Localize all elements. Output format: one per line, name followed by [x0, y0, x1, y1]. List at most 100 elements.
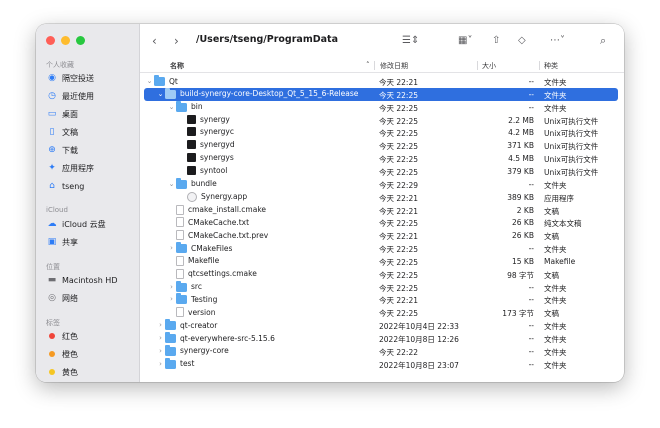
disclosure-closed-chevron-icon[interactable]: ›	[167, 244, 176, 252]
file-row[interactable]: › synergy-core 今天 22:22 -- 文件夹	[144, 344, 618, 358]
download-icon: ⊕	[48, 145, 56, 155]
column-header-date[interactable]: 修改日期	[380, 61, 408, 71]
file-row[interactable]: › test 2022年10月8日 23:07 -- 文件夹	[144, 357, 618, 371]
file-row[interactable]: › qt-everywhere-src-5.15.6 2022年10月8日 12:2…	[144, 332, 618, 345]
sidebar: 个人收藏 ◉ 隔空投送 ◷ 最近使用 ▭ 桌面 ▯ 文稿 ⊕ 下载 ✦ 应用程序 ⌂ tsen…	[36, 24, 140, 382]
forward-chevron-icon[interactable]: ›	[174, 33, 179, 49]
more-actions-icon[interactable]: ⋯˅	[550, 33, 565, 49]
file-size: 379 KB	[507, 166, 534, 176]
close-window-button[interactable]	[46, 36, 55, 45]
file-name: build-synergy-core-Desktop_Qt_5_15_6-Rel…	[180, 89, 359, 99]
list-view-icon[interactable]: ☰⇕	[402, 33, 419, 49]
file-row[interactable]: Synergy.app 今天 22:21 389 KB 应用程序	[144, 191, 618, 204]
file-row[interactable]: › Testing 今天 22:21 -- 文件夹	[144, 293, 618, 306]
file-name: bundle	[191, 179, 217, 189]
file-size: --	[528, 321, 534, 331]
file-name: Synergy.app	[201, 192, 248, 202]
file-row[interactable]: synergyc 今天 22:25 4.2 MB Unix可执行文件	[144, 126, 618, 139]
file-kind: Unix可执行文件	[544, 155, 599, 165]
column-header-kind[interactable]: 种类	[544, 61, 558, 71]
group-by-icon[interactable]: ▦˅	[458, 33, 472, 49]
file-kind: 文件夹	[544, 322, 567, 332]
share-icon[interactable]: ⇧	[492, 33, 500, 49]
sidebar-item-tag-orange[interactable]: 橙色	[46, 347, 136, 361]
toolbar: ‹ › /Users/tseng/ProgramData ☰⇕ ▦˅ ⇧ ◇ ⋯…	[140, 24, 624, 58]
sidebar-item-label: Macintosh HD	[62, 275, 118, 285]
sidebar-item-shared[interactable]: ▣ 共享	[46, 235, 136, 249]
disclosure-open-chevron-icon[interactable]: ⌄	[167, 103, 176, 111]
file-name: src	[191, 282, 202, 292]
disclosure-open-chevron-icon[interactable]: ⌄	[145, 77, 154, 85]
file-size: 15 KB	[512, 256, 534, 266]
file-row[interactable]: › qt-creator 2022年10月4日 22:33 -- 文件夹	[144, 319, 618, 332]
search-icon[interactable]: ⌕	[600, 33, 606, 49]
disclosure-closed-chevron-icon[interactable]: ›	[156, 347, 165, 355]
back-chevron-icon[interactable]: ‹	[152, 33, 157, 49]
sidebar-item-icloud-drive[interactable]: ☁ iCloud 云盘	[46, 217, 136, 231]
disclosure-closed-chevron-icon[interactable]: ›	[156, 334, 165, 342]
file-row[interactable]: ⌄ bundle 今天 22:29 -- 文件夹	[144, 177, 618, 191]
file-row[interactable]: cmake_install.cmake 今天 22:21 2 KB 文稿	[144, 204, 618, 217]
minimize-window-button[interactable]	[61, 36, 70, 45]
file-row[interactable]: CMakeCache.txt.prev 今天 22:21 26 KB 文稿	[144, 229, 618, 242]
file-date: 今天 22:25	[379, 116, 418, 126]
file-row[interactable]: synergys 今天 22:25 4.5 MB Unix可执行文件	[144, 152, 618, 165]
disclosure-closed-chevron-icon[interactable]: ›	[156, 321, 165, 329]
sidebar-item-network[interactable]: ◎ 网络	[46, 291, 136, 305]
column-header-name[interactable]: 名称	[170, 61, 184, 71]
network-icon: ◎	[48, 293, 56, 303]
file-row[interactable]: Makefile 今天 22:25 15 KB Makefile	[144, 255, 618, 268]
sidebar-item-label: 共享	[62, 237, 78, 247]
file-name-cell: › synergy-core	[156, 344, 229, 356]
sidebar-item-documents[interactable]: ▯ 文稿	[46, 125, 136, 139]
file-row[interactable]: synergy 今天 22:25 2.2 MB Unix可执行文件	[144, 114, 618, 127]
file-name: CMakeCache.txt	[188, 217, 250, 227]
sidebar-item-home[interactable]: ⌂ tseng	[46, 179, 136, 193]
disclosure-closed-chevron-icon[interactable]: ›	[167, 295, 176, 303]
file-date: 今天 22:25	[379, 129, 418, 139]
file-name-cell: Synergy.app	[178, 191, 248, 202]
file-list: ⌄ Qt 今天 22:21 -- 文件夹 ⌄ build-synergy-core-Desk…	[140, 74, 624, 382]
file-row[interactable]: version 今天 22:25 173 字节 文稿	[144, 306, 618, 319]
sidebar-item-desktop[interactable]: ▭ 桌面	[46, 107, 136, 121]
executable-icon	[187, 127, 196, 137]
tags-section-title: 标签	[46, 319, 60, 327]
file-size: 26 KB	[512, 231, 534, 241]
sidebar-item-airdrop[interactable]: ◉ 隔空投送	[46, 71, 136, 85]
disclosure-open-chevron-icon[interactable]: ⌄	[167, 180, 176, 188]
file-name-cell: ⌄ bundle	[167, 177, 217, 189]
file-name-cell: synergy	[178, 114, 230, 124]
sidebar-item-applications[interactable]: ✦ 应用程序	[46, 161, 136, 175]
sidebar-item-recents[interactable]: ◷ 最近使用	[46, 89, 136, 103]
sidebar-item-tag-yellow[interactable]: 黄色	[46, 365, 136, 379]
file-name-cell: › test	[156, 357, 194, 369]
file-date: 今天 22:21	[379, 78, 418, 87]
file-kind: 纯文本文稿	[544, 219, 582, 229]
file-row[interactable]: syntool 今天 22:25 379 KB Unix可执行文件	[144, 165, 618, 178]
file-kind: Makefile	[544, 256, 576, 266]
tag-icon[interactable]: ◇	[518, 33, 526, 49]
file-row[interactable]: ⌄ bin 今天 22:25 -- 文件夹	[144, 100, 618, 114]
file-name-cell: › qt-everywhere-src-5.15.6	[156, 332, 275, 343]
file-row[interactable]: › CMakeFiles 今天 22:25 -- 文件夹	[144, 242, 618, 255]
disclosure-closed-chevron-icon[interactable]: ›	[167, 283, 176, 291]
column-header-size[interactable]: 大小	[482, 61, 496, 71]
zoom-window-button[interactable]	[76, 36, 85, 45]
file-name-cell: version	[167, 307, 215, 318]
file-size: --	[528, 295, 534, 305]
file-row[interactable]: qtcsettings.cmake 今天 22:25 98 字节 文稿	[144, 268, 618, 281]
disclosure-open-chevron-icon[interactable]: ⌄	[156, 90, 165, 98]
sidebar-item-downloads[interactable]: ⊕ 下载	[46, 143, 136, 157]
file-row[interactable]: ⌄ Qt 今天 22:21 -- 文件夹	[144, 75, 618, 88]
sidebar-item-macintosh-hd[interactable]: ▬ Macintosh HD	[46, 273, 136, 287]
file-row[interactable]: ⌄ build-synergy-core-Desktop_Qt_5_15_6-Re…	[144, 87, 618, 101]
file-kind: Unix可执行文件	[544, 167, 599, 177]
sidebar-item-tag-red[interactable]: 红色	[46, 329, 136, 343]
favorites-section-title: 个人收藏	[46, 61, 74, 69]
file-row[interactable]: CMakeCache.txt 今天 22:25 26 KB 纯文本文稿	[144, 216, 618, 229]
file-row[interactable]: › src 今天 22:25 -- 文件夹	[144, 280, 618, 294]
file-size: --	[528, 359, 534, 369]
file-row[interactable]: synergyd 今天 22:25 371 KB Unix可执行文件	[144, 139, 618, 152]
disclosure-closed-chevron-icon[interactable]: ›	[156, 360, 165, 368]
icloud-section-title: iCloud	[46, 206, 68, 214]
